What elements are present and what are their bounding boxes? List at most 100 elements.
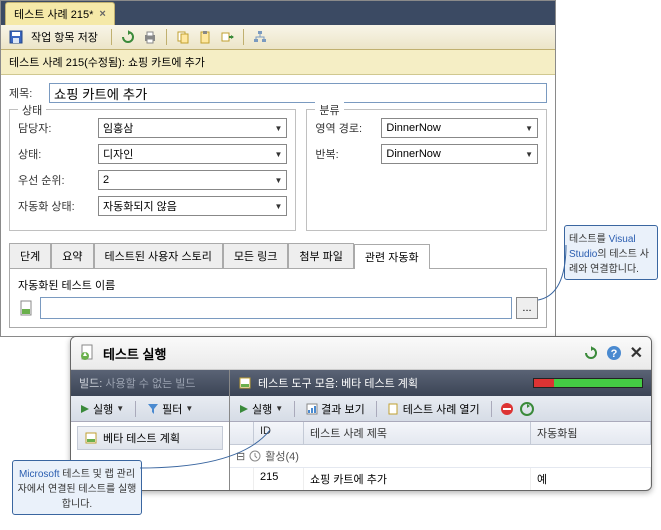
title-input[interactable]	[49, 83, 547, 103]
paste-icon[interactable]	[196, 28, 214, 46]
run-right-pane: 테스트 도구 모음: 베타 테스트 계획 실행 ▼ 결과 보기	[229, 370, 651, 490]
build-label: 빌드:	[79, 375, 102, 391]
priority-combo[interactable]: 2▼	[98, 170, 287, 190]
tab-attachments[interactable]: 첨부 파일	[288, 243, 354, 268]
save-icon[interactable]	[7, 28, 25, 46]
build-value: 사용할 수 없는 빌드	[105, 375, 195, 391]
progress-bar	[533, 378, 643, 388]
table-row[interactable]: 215 쇼핑 카트에 추가 예	[230, 468, 651, 490]
cell-title: 쇼핑 카트에 추가	[304, 468, 531, 490]
title-label: 제목:	[9, 85, 49, 101]
copy-icon[interactable]	[174, 28, 192, 46]
close-icon[interactable]: ✕	[630, 343, 643, 363]
assignee-combo[interactable]: 임홍삼 ▼	[98, 118, 287, 138]
toolbar: 작업 항목 저장	[1, 25, 555, 50]
chevron-down-icon: ▼	[275, 404, 283, 413]
col-title[interactable]: 테스트 사례 제목	[304, 422, 531, 444]
cell-id: 215	[254, 468, 304, 490]
tab-summary[interactable]: 요약	[51, 243, 93, 268]
state-label: 상태:	[18, 146, 98, 162]
chevron-down-icon: ▼	[116, 404, 124, 413]
plan-item-label: 베타 테스트 계획	[103, 430, 180, 446]
assignee-label: 담당자:	[18, 120, 98, 136]
priority-value: 2	[103, 174, 109, 186]
automation-value: 자동화되지 않음	[103, 198, 177, 214]
chevron-down-icon: ▼	[525, 150, 533, 159]
save-label: 작업 항목 저장	[31, 29, 98, 45]
cell-auto: 예	[531, 468, 651, 490]
open-case-label: 테스트 사례 열기	[403, 401, 480, 417]
chevron-down-icon: ▼	[275, 124, 283, 133]
grid-group-row[interactable]: ⊟ 활성(4)	[230, 445, 651, 468]
tab-all-links[interactable]: 모든 링크	[223, 243, 289, 268]
browse-button[interactable]: ...	[516, 297, 538, 319]
svg-text:?: ?	[610, 348, 617, 360]
class-heading: 분류	[315, 102, 343, 118]
status-heading: 상태	[18, 102, 46, 118]
filter-label: 필터	[162, 401, 182, 417]
right-toolbar: 실행 ▼ 결과 보기 테스트 사례 열기	[230, 396, 651, 422]
classification-panel: 분류 영역 경로: DinnerNow▼ 반복: DinnerNow▼	[306, 109, 547, 231]
area-combo[interactable]: DinnerNow ▼	[381, 118, 538, 138]
run-icon	[79, 344, 97, 362]
assignee-value: 임홍삼	[103, 120, 133, 136]
test-doc-icon	[18, 299, 36, 317]
test-run-window: 테스트 실행 ? ✕ 빌드: 사용할 수 없는 빌드 실행 ▼	[70, 336, 652, 491]
col-id[interactable]: ID	[254, 422, 304, 444]
col-auto[interactable]: 자동화됨	[531, 422, 651, 444]
title-band: 테스트 사례 215(수정됨): 쇼핑 카트에 추가	[1, 50, 555, 75]
automation-combo[interactable]: 자동화되지 않음▼	[98, 196, 287, 216]
run-menu-button[interactable]: 실행 ▼	[77, 400, 127, 418]
build-band: 빌드: 사용할 수 없는 빌드	[71, 370, 229, 396]
callout-link-test: 테스트를 Visual Studio의 테스트 사례와 연결합니다.	[564, 225, 658, 280]
tab-related-automation[interactable]: 관련 자동화	[354, 244, 430, 269]
chevron-down-icon: ▼	[525, 124, 533, 133]
left-toolbar: 실행 ▼ 필터 ▼	[71, 396, 229, 422]
link-icon[interactable]	[218, 28, 236, 46]
view-results-label: 결과 보기	[321, 401, 365, 417]
auto-test-name-input[interactable]	[40, 297, 512, 319]
reset-icon[interactable]	[520, 402, 534, 416]
print-icon[interactable]	[141, 28, 159, 46]
automation-label: 자동화 상태:	[18, 198, 98, 214]
iteration-value: DinnerNow	[386, 148, 440, 160]
tab-steps[interactable]: 단계	[9, 243, 51, 268]
iteration-combo[interactable]: DinnerNow ▼	[381, 144, 538, 164]
document-tab[interactable]: 테스트 사례 215* ×	[5, 2, 115, 25]
work-item-window: 테스트 사례 215* × 작업 항목 저장 테스트 사례 215(수정됨): …	[0, 0, 556, 337]
auto-test-name-label: 자동화된 테스트 이름	[18, 277, 538, 293]
state-combo[interactable]: 디자인 ▼	[98, 144, 287, 164]
chevron-down-icon: ▼	[185, 404, 193, 413]
iteration-label: 반복:	[315, 146, 381, 162]
group-label: 활성(4)	[265, 448, 299, 464]
priority-label: 우선 순위:	[18, 172, 98, 188]
suite-label: 테스트 도구 모음: 베타 테스트 계획	[258, 375, 418, 391]
tab-title: 테스트 사례 215*	[14, 6, 93, 22]
tab-tested-story[interactable]: 테스트된 사용자 스토리	[94, 243, 223, 268]
run-window-title: 테스트 실행	[103, 344, 166, 363]
close-icon[interactable]: ×	[99, 8, 105, 20]
filter-button[interactable]: 필터 ▼	[144, 400, 196, 418]
state-value: 디자인	[103, 146, 133, 162]
status-panel: 상태 담당자: 임홍삼▼ 상태: 디자인▼ 우선 순위: 2▼ 자동화 상태: …	[9, 109, 296, 231]
help-icon[interactable]: ?	[606, 345, 622, 361]
refresh-icon[interactable]	[119, 28, 137, 46]
automation-panel: 자동화된 테스트 이름 ...	[9, 269, 547, 328]
block-icon[interactable]	[500, 402, 514, 416]
detail-tabs: 단계 요약 테스트된 사용자 스토리 모든 링크 첨부 파일 관련 자동화	[9, 243, 547, 269]
refresh-icon[interactable]	[584, 346, 598, 360]
view-results-button[interactable]: 결과 보기	[303, 400, 368, 418]
area-label: 영역 경로:	[315, 120, 381, 136]
tree-icon[interactable]	[251, 28, 269, 46]
open-test-case-button[interactable]: 테스트 사례 열기	[385, 400, 483, 418]
test-plan-item[interactable]: 베타 테스트 계획	[77, 426, 223, 450]
collapse-icon[interactable]: ⊟	[236, 450, 245, 463]
callout-run-test: Microsoft 테스트 및 랩 관리자에서 연결된 테스트를 실행합니다.	[12, 460, 142, 515]
run-button-label: 실행	[252, 401, 272, 417]
run-button[interactable]: 실행 ▼	[236, 400, 286, 418]
area-value: DinnerNow	[386, 122, 440, 134]
document-tab-bar: 테스트 사례 215* ×	[1, 1, 555, 25]
chevron-down-icon: ▼	[275, 150, 283, 159]
chevron-down-icon: ▼	[275, 176, 283, 185]
grid-header: ID 테스트 사례 제목 자동화됨	[230, 422, 651, 445]
